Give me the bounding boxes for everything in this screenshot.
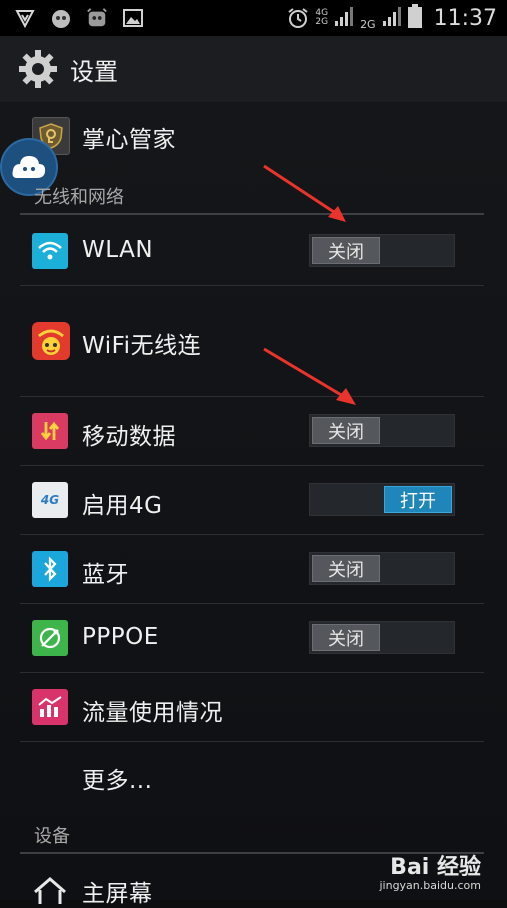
wifi-icon: [32, 233, 68, 269]
wlan-label: WLAN: [82, 237, 154, 263]
signal-icon: [334, 5, 354, 31]
pppoe-toggle[interactable]: 关闭: [309, 621, 455, 654]
mobile-data-icon: [32, 413, 68, 449]
wlan-toggle-knob: 关闭: [312, 237, 380, 264]
mobile-data-label: 移动数据: [82, 424, 176, 450]
battery-icon: [407, 4, 422, 32]
data-usage-label: 流量使用情况: [82, 700, 223, 726]
signal-type-1: 4G 2G: [315, 9, 328, 27]
pppoe-toggle-knob: 关闭: [312, 624, 380, 651]
image-icon: [122, 7, 144, 29]
list-item-data-usage[interactable]: 流量使用情况: [0, 673, 507, 741]
action-bar: 设置: [0, 36, 507, 102]
annotation-arrow-2: [263, 347, 356, 405]
4g-icon: 4G: [32, 482, 68, 518]
section-header-wireless: 无线和网络: [34, 187, 124, 208]
wifi-app-icon: [32, 322, 70, 360]
section-divider: [20, 213, 484, 215]
list-item-more[interactable]: 更多...: [0, 742, 507, 808]
bluetooth-label: 蓝牙: [82, 562, 129, 588]
clock: 11:37: [433, 5, 497, 31]
watermark-logo: Bai 经验: [390, 855, 481, 880]
bluetooth-toggle[interactable]: 关闭: [309, 552, 455, 585]
page-title: 设置: [70, 57, 118, 86]
enable-4g-toggle-knob: 打开: [384, 486, 452, 513]
sig2-label: 2G: [360, 18, 376, 31]
guard-label: 掌心管家: [82, 127, 176, 153]
cloud-face-icon: [12, 156, 46, 178]
mascot-icon: [50, 7, 72, 29]
pppoe-icon: [32, 620, 68, 656]
list-item-guard[interactable]: 掌心管家: [0, 112, 507, 162]
baidu-jingyan-watermark: Bai 经验 jingyan.baidu.com: [379, 849, 481, 892]
status-bar: 4G 2G 2G 11:37: [0, 0, 507, 36]
annotation-arrow-1: [263, 164, 346, 222]
mobile-data-toggle-knob: 关闭: [312, 417, 380, 444]
enable-4g-label: 启用4G: [82, 493, 163, 519]
wifi-connect-label: WiFi无线连: [82, 333, 202, 359]
shield-v-icon: [14, 7, 36, 29]
alarm-icon: [287, 7, 309, 29]
enable-4g-toggle[interactable]: 打开: [309, 483, 455, 516]
more-label: 更多...: [82, 768, 153, 794]
bluetooth-toggle-knob: 关闭: [312, 555, 380, 582]
home-screen-label: 主屏幕: [82, 881, 153, 907]
section-header-device: 设备: [34, 826, 70, 847]
sig1-bottom-label: 2G: [315, 17, 329, 27]
pppoe-label: PPPOE: [82, 624, 159, 650]
settings-gear-icon[interactable]: [16, 47, 60, 91]
list-item-wifi-connect[interactable]: WiFi无线连: [0, 286, 507, 396]
data-usage-chart-icon: [32, 689, 68, 725]
cow-icon: [86, 7, 108, 29]
mobile-data-toggle[interactable]: 关闭: [309, 414, 455, 447]
home-icon: [32, 872, 68, 908]
bluetooth-icon: [32, 551, 68, 587]
4g-icon-text: 4G: [40, 493, 60, 507]
wlan-toggle[interactable]: 关闭: [309, 234, 455, 267]
signal-2-icon: [382, 5, 402, 31]
